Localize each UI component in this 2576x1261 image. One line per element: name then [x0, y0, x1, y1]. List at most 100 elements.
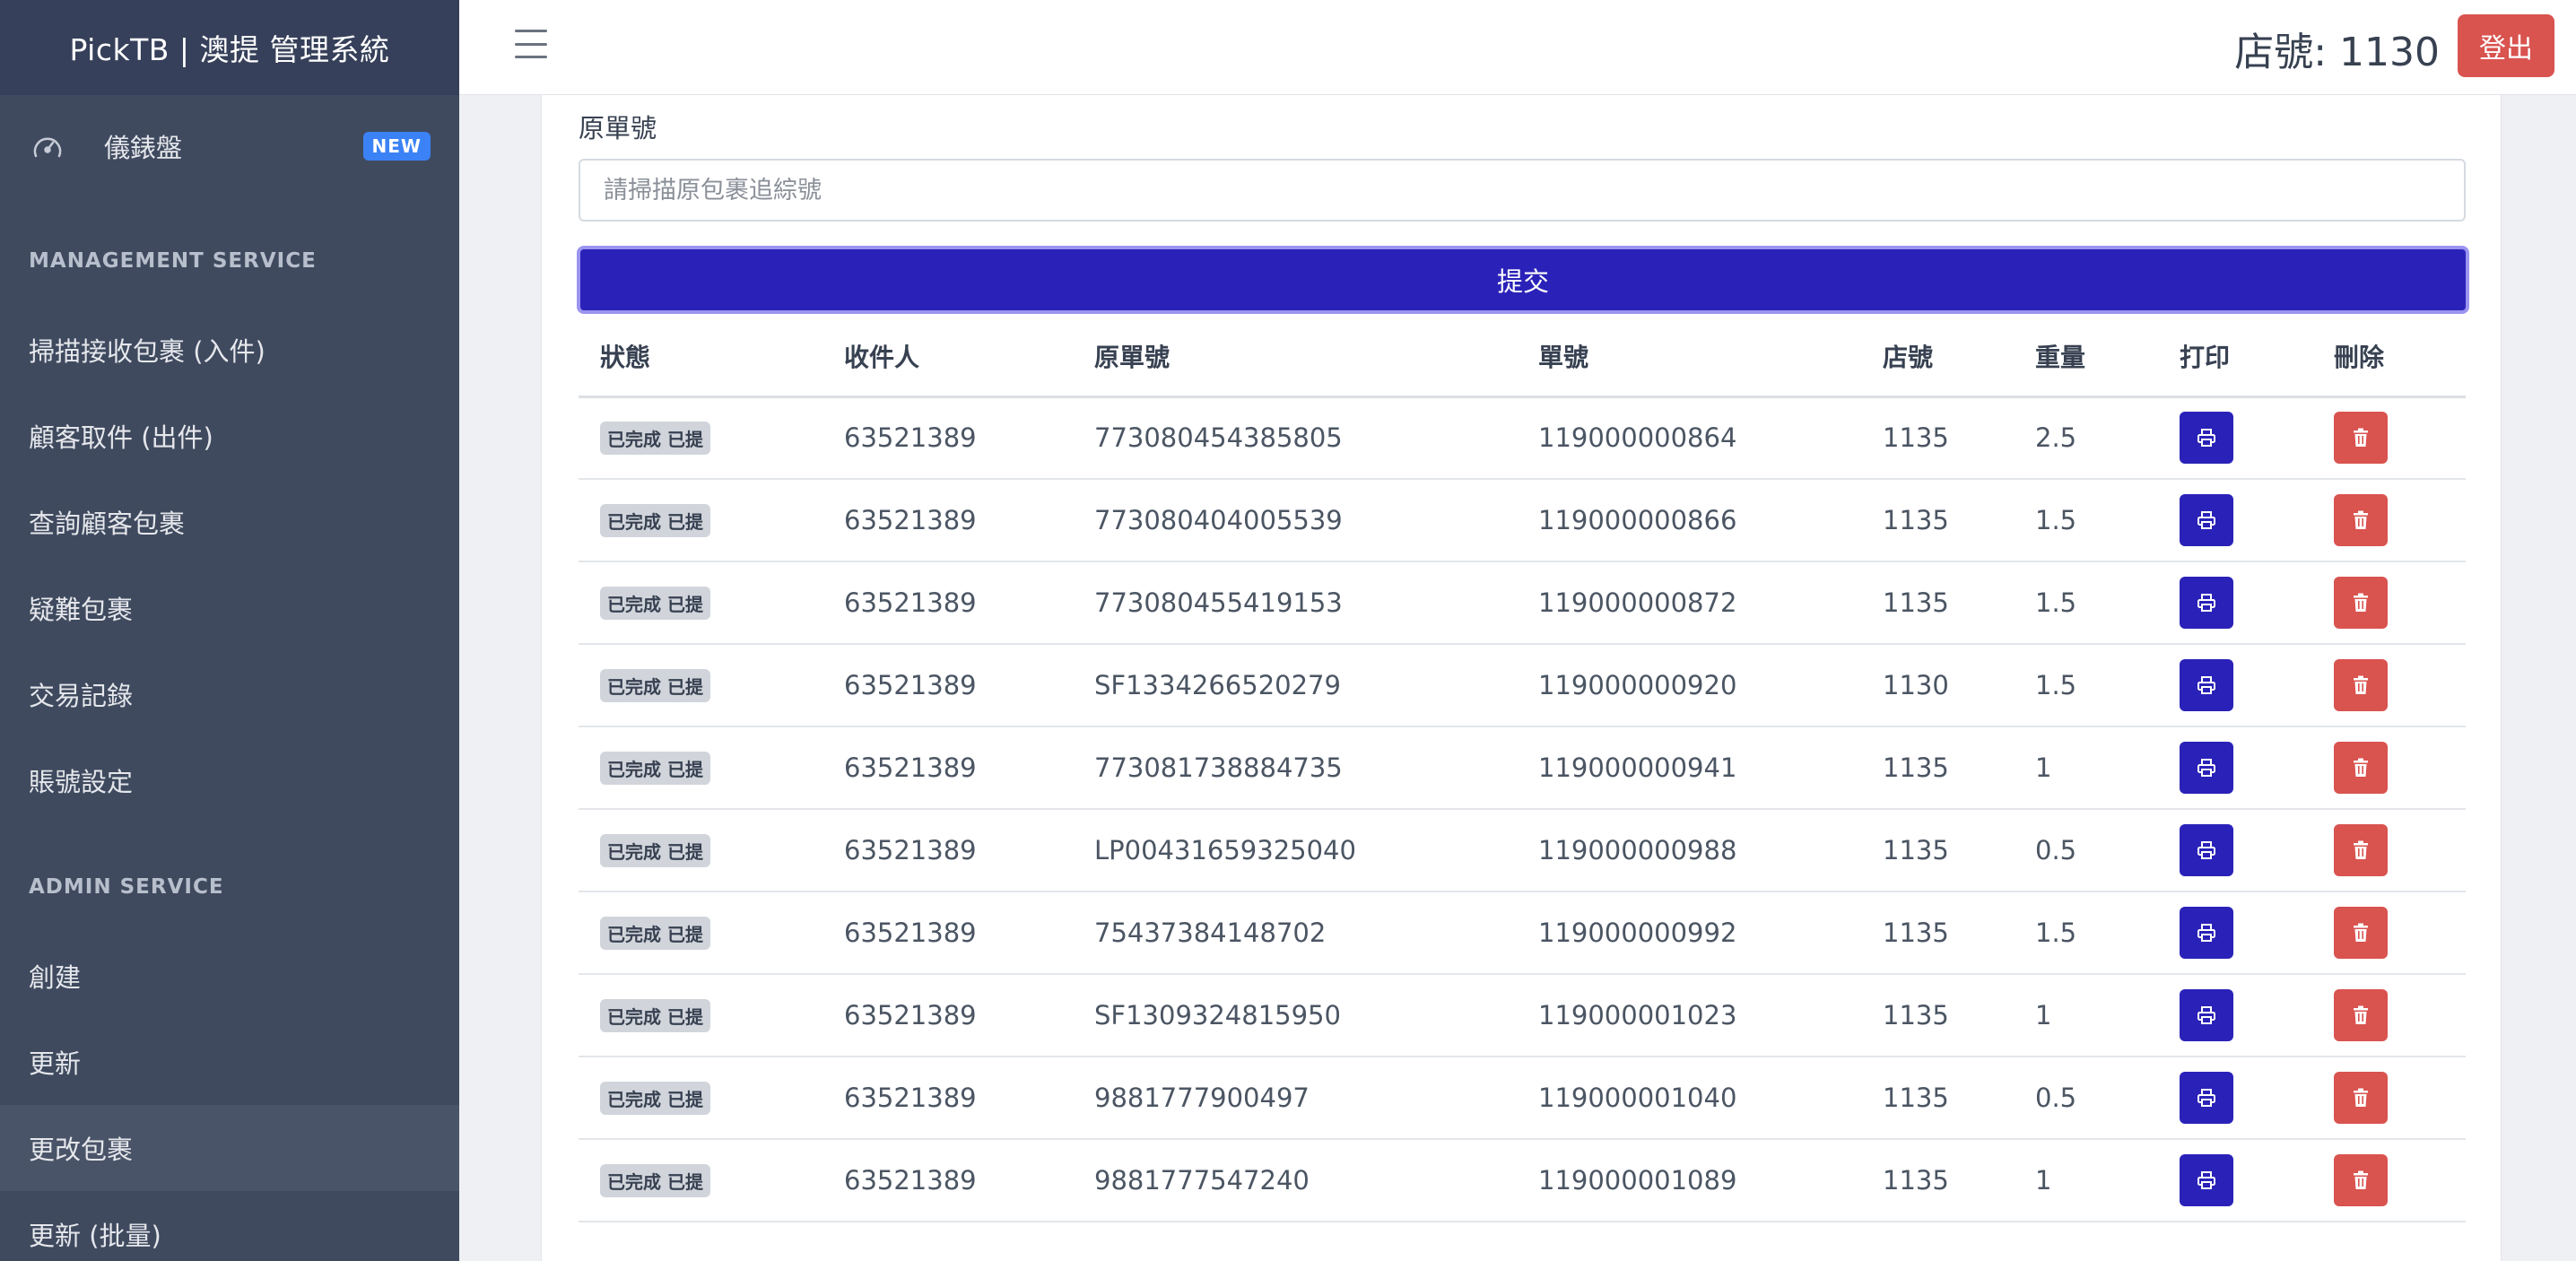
sidebar-item-scan-receive[interactable]: 掃描接收包裹 (入件)	[0, 307, 459, 393]
weight-cell: 0.5	[2014, 809, 2158, 892]
table-header-row: 狀態 收件人 原單號 單號 店號 重量 打印 刪除	[579, 317, 2466, 398]
trash-icon	[2354, 923, 2368, 942]
table-row: 已完成 已提 63521389 75437384148702 119000000…	[579, 891, 2466, 975]
col-header-store: 店號	[1861, 317, 2014, 398]
printer-icon	[2197, 924, 2215, 942]
original-no-cell: 773080454385805	[1073, 396, 1517, 480]
recipient-cell: 63521389	[822, 726, 1073, 810]
submit-button[interactable]: 提交	[577, 246, 2469, 314]
original-no-cell: 773081738884735	[1073, 726, 1517, 810]
printer-icon	[2197, 1006, 2215, 1024]
table-row: 已完成 已提 63521389 773081738884735 11900000…	[579, 726, 2466, 810]
trash-icon	[2354, 675, 2368, 694]
sidebar-item-problem-packages[interactable]: 疑難包裹	[0, 565, 459, 651]
col-header-delete: 刪除	[2312, 317, 2466, 398]
status-badge: 已完成 已提	[600, 833, 710, 867]
packages-table: 狀態 收件人 原單號 單號 店號 重量 打印 刪除 已完成 已提 6352138…	[579, 317, 2466, 1222]
printer-icon	[2197, 676, 2215, 694]
printer-icon	[2197, 1171, 2215, 1189]
col-header-weight: 重量	[2014, 317, 2158, 398]
weight-cell: 1.5	[2014, 479, 2158, 562]
print-button[interactable]	[2180, 577, 2233, 629]
table-row: 已完成 已提 63521389 773080455419153 11900000…	[579, 561, 2466, 645]
print-button[interactable]	[2180, 907, 2233, 959]
sidebar-item-transactions[interactable]: 交易記錄	[0, 651, 459, 737]
logout-button[interactable]: 登出	[2458, 14, 2554, 77]
delete-button[interactable]	[2334, 494, 2388, 546]
table-row: 已完成 已提 63521389 9881777547240 1190000010…	[579, 1139, 2466, 1222]
delete-button[interactable]	[2334, 742, 2388, 794]
original-no-cell: 9881777547240	[1073, 1139, 1517, 1222]
order-no-cell: 119000000941	[1517, 726, 1861, 810]
delete-button[interactable]	[2334, 659, 2388, 711]
printer-icon	[2197, 511, 2215, 529]
delete-button[interactable]	[2334, 907, 2388, 959]
recipient-cell: 63521389	[822, 1139, 1073, 1222]
table-row: 已完成 已提 63521389 SF1334266520279 11900000…	[579, 644, 2466, 727]
status-badge: 已完成 已提	[600, 1081, 710, 1115]
sidebar-item-dashboard[interactable]: 儀錶盤 NEW	[0, 102, 459, 190]
print-button[interactable]	[2180, 1072, 2233, 1124]
store-cell: 1135	[1861, 809, 2014, 892]
sidebar-item-query-packages[interactable]: 查詢顧客包裹	[0, 479, 459, 565]
trash-icon	[2354, 593, 2368, 612]
table-row: 已完成 已提 63521389 773080454385805 11900000…	[579, 396, 2466, 480]
section-title-admin: ADMIN SERVICE	[29, 875, 224, 899]
section-title-management: MANAGEMENT SERVICE	[29, 249, 317, 273]
original-no-cell: SF1334266520279	[1073, 644, 1517, 727]
print-button[interactable]	[2180, 989, 2233, 1041]
store-cell: 1135	[1861, 479, 2014, 562]
trash-icon	[2354, 758, 2368, 777]
store-cell: 1135	[1861, 396, 2014, 480]
delete-button[interactable]	[2334, 1072, 2388, 1124]
print-button[interactable]	[2180, 742, 2233, 794]
sidebar: PickTB | 澳提 管理系統 儀錶盤 NEW MANAGEMENT SERV…	[0, 0, 459, 1261]
hamburger-menu-icon[interactable]	[515, 30, 547, 58]
print-button[interactable]	[2180, 659, 2233, 711]
store-cell: 1135	[1861, 974, 2014, 1057]
col-header-order-no: 單號	[1517, 317, 1861, 398]
order-no-cell: 119000000872	[1517, 561, 1861, 645]
delete-button[interactable]	[2334, 577, 2388, 629]
delete-button[interactable]	[2334, 412, 2388, 465]
printer-icon	[2197, 429, 2215, 448]
print-button[interactable]	[2180, 824, 2233, 876]
sidebar-item-customer-pickup[interactable]: 顧客取件 (出件)	[0, 393, 459, 479]
table-row: 已完成 已提 63521389 SF1309324815950 11900000…	[579, 974, 2466, 1057]
original-no-cell: 75437384148702	[1073, 891, 1517, 975]
col-header-print: 打印	[2158, 317, 2312, 398]
print-button[interactable]	[2180, 494, 2233, 546]
weight-cell: 2.5	[2014, 396, 2158, 480]
printer-icon	[2197, 759, 2215, 777]
store-cell: 1135	[1861, 1057, 2014, 1140]
recipient-cell: 63521389	[822, 479, 1073, 562]
sidebar-item-account-settings[interactable]: 賬號設定	[0, 737, 459, 823]
trash-icon	[2354, 840, 2368, 859]
original-no-cell: 9881777900497	[1073, 1057, 1517, 1140]
recipient-cell: 63521389	[822, 396, 1073, 480]
delete-button[interactable]	[2334, 1154, 2388, 1206]
original-no-cell: 773080404005539	[1073, 479, 1517, 562]
recipient-cell: 63521389	[822, 644, 1073, 727]
order-no-cell: 119000000864	[1517, 396, 1861, 480]
sidebar-item-label: 儀錶盤	[104, 133, 183, 163]
order-no-cell: 119000000920	[1517, 644, 1861, 727]
print-button[interactable]	[2180, 1154, 2233, 1206]
delete-button[interactable]	[2334, 989, 2388, 1041]
sidebar-item-modify-package[interactable]: 更改包裹	[0, 1105, 459, 1191]
status-badge: 已完成 已提	[600, 916, 710, 950]
store-cell: 1135	[1861, 561, 2014, 645]
weight-cell: 1.5	[2014, 891, 2158, 975]
weight-cell: 1.5	[2014, 561, 2158, 645]
delete-button[interactable]	[2334, 824, 2388, 876]
original-number-input[interactable]	[579, 159, 2466, 222]
new-badge: NEW	[362, 132, 431, 161]
print-button[interactable]	[2180, 412, 2233, 465]
store-cell: 1135	[1861, 1139, 2014, 1222]
status-badge: 已完成 已提	[600, 751, 710, 785]
brand-title[interactable]: PickTB | 澳提 管理系統	[0, 0, 459, 95]
sidebar-item-create[interactable]: 創建	[0, 933, 459, 1019]
sidebar-item-batch-update[interactable]: 更新 (批量)	[0, 1191, 459, 1261]
order-no-cell: 119000001040	[1517, 1057, 1861, 1140]
sidebar-item-update[interactable]: 更新	[0, 1019, 459, 1105]
